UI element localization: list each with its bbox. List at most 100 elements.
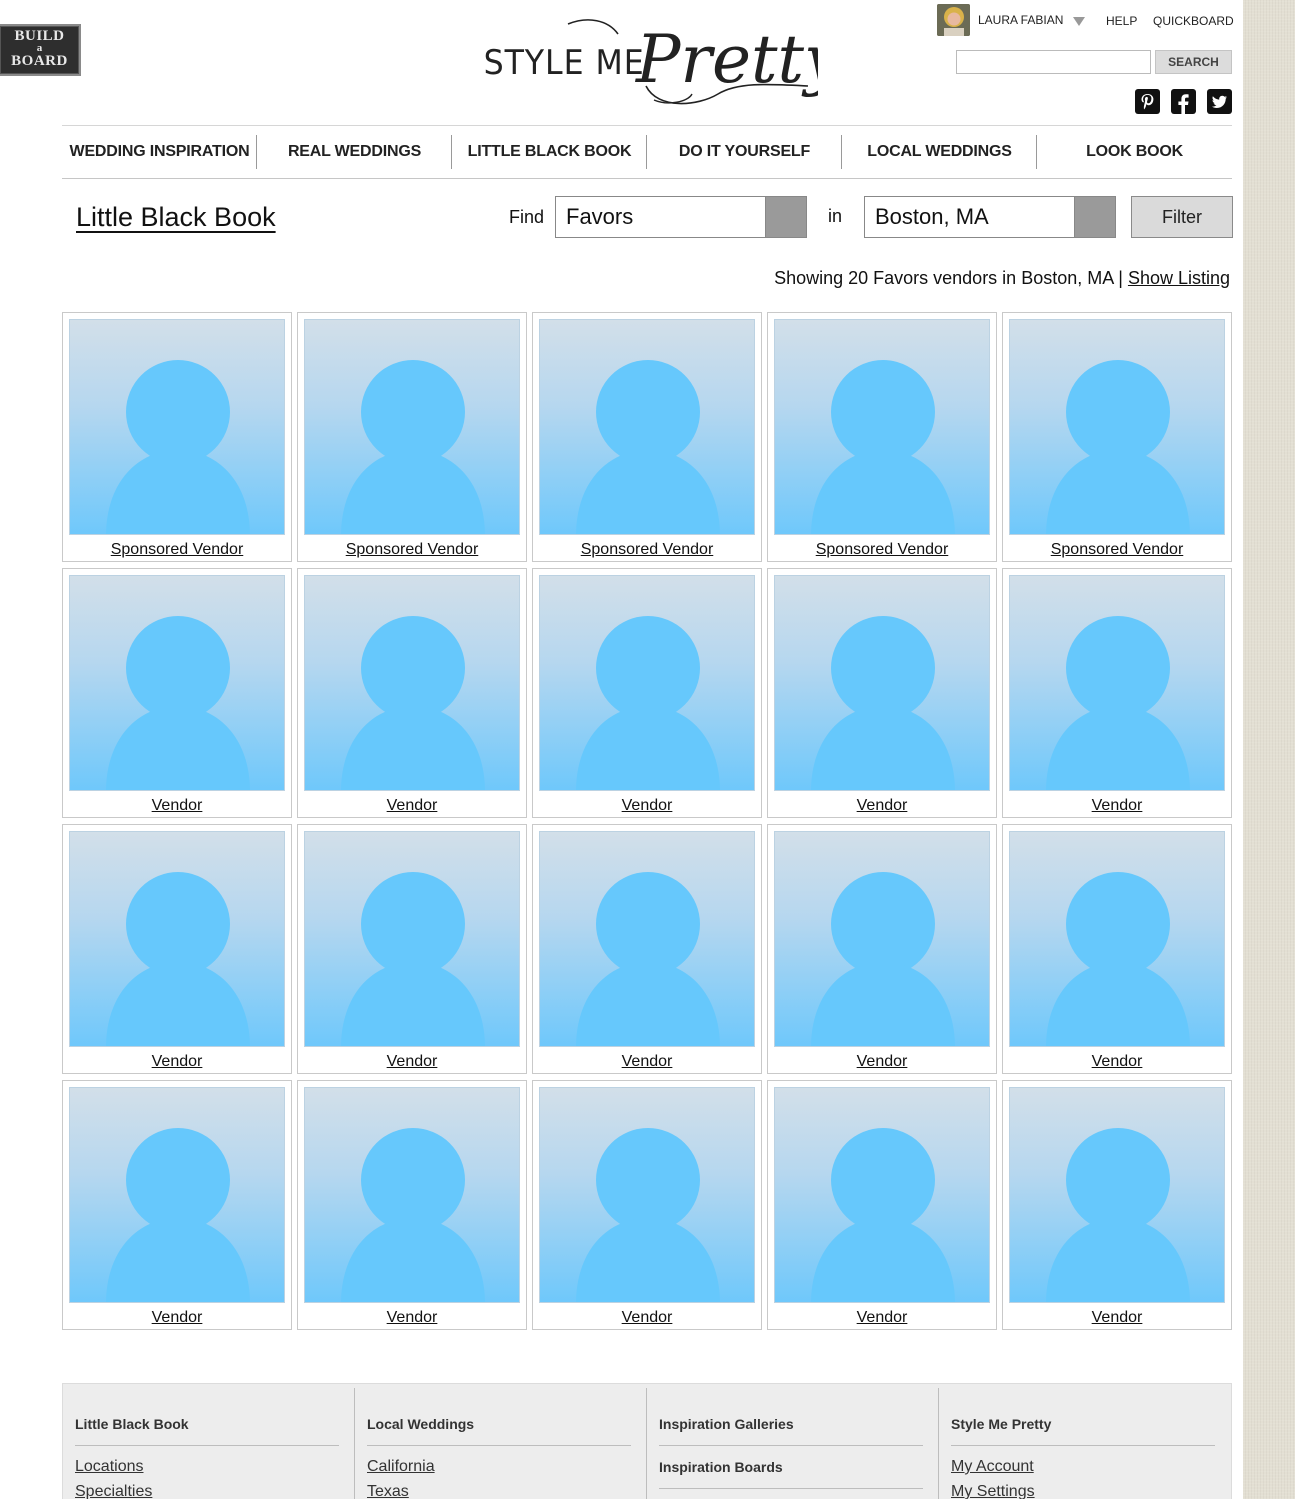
vendor-card[interactable]: Vendor (767, 568, 997, 818)
nav-local-weddings[interactable]: LOCAL WEDDINGS (842, 126, 1037, 178)
location-select[interactable]: Boston, MA (864, 196, 1116, 238)
vendor-photo-placeholder[interactable] (69, 575, 285, 791)
vendor-card[interactable]: Vendor (62, 568, 292, 818)
vendor-card[interactable]: Vendor (62, 1080, 292, 1330)
vendor-name-link[interactable]: Sponsored Vendor (298, 541, 526, 559)
person-placeholder-icon (1046, 360, 1190, 534)
vendor-name-link[interactable]: Vendor (63, 1053, 291, 1071)
vendor-card[interactable]: Sponsored Vendor (297, 312, 527, 562)
nav-little-black-book[interactable]: LITTLE BLACK BOOK (452, 126, 647, 178)
footer-link-specialties[interactable]: Specialties (75, 1483, 343, 1499)
nav-wedding-inspiration[interactable]: WEDDING INSPIRATION (62, 126, 257, 178)
person-placeholder-icon (1046, 616, 1190, 790)
vendor-card[interactable]: Vendor (297, 568, 527, 818)
vendor-photo-placeholder[interactable] (1009, 1087, 1225, 1303)
help-link[interactable]: HELP (1106, 14, 1137, 28)
person-placeholder-icon (106, 360, 250, 534)
vendor-photo-placeholder[interactable] (304, 575, 520, 791)
vendor-photo-placeholder[interactable] (774, 1087, 990, 1303)
person-placeholder-icon (1046, 1128, 1190, 1302)
footer-link-locations[interactable]: Locations (75, 1458, 343, 1476)
facebook-icon[interactable] (1171, 89, 1196, 114)
vendor-name-link[interactable]: Vendor (63, 797, 291, 815)
vendor-photo-placeholder[interactable] (774, 575, 990, 791)
vendor-name-link[interactable]: Vendor (768, 1309, 996, 1327)
vendor-card[interactable]: Vendor (767, 824, 997, 1074)
vendor-card[interactable]: Sponsored Vendor (767, 312, 997, 562)
vendor-name-link[interactable]: Vendor (1003, 797, 1231, 815)
vendor-photo-placeholder[interactable] (539, 319, 755, 535)
nav-do-it-yourself[interactable]: DO IT YOURSELF (647, 126, 842, 178)
person-placeholder-icon (341, 872, 485, 1046)
user-menu[interactable]: LAURA FABIAN (937, 4, 1086, 36)
person-placeholder-icon (576, 616, 720, 790)
vendor-card[interactable]: Vendor (1002, 568, 1232, 818)
vendor-name-link[interactable]: Vendor (298, 1053, 526, 1071)
pinterest-icon[interactable] (1135, 89, 1160, 114)
vendor-name-link[interactable]: Vendor (768, 797, 996, 815)
vendor-name-link[interactable]: Vendor (63, 1309, 291, 1327)
footer-heading-inspiration-galleries[interactable]: Inspiration Galleries (659, 1416, 923, 1446)
category-dropdown-button[interactable] (765, 197, 806, 237)
footer-link-texas[interactable]: Texas (367, 1483, 635, 1499)
vendor-card[interactable]: Vendor (297, 824, 527, 1074)
location-dropdown-button[interactable] (1074, 197, 1115, 237)
show-listing-link[interactable]: Show Listing (1128, 268, 1230, 288)
vendor-name-link[interactable]: Sponsored Vendor (768, 541, 996, 559)
quickboard-link[interactable]: QUICKBOARD (1153, 14, 1234, 28)
vendor-name-link[interactable]: Sponsored Vendor (1003, 541, 1231, 559)
vendor-photo-placeholder[interactable] (539, 1087, 755, 1303)
filter-button[interactable]: Filter (1131, 196, 1233, 238)
footer-link-my-settings[interactable]: My Settings (951, 1483, 1219, 1499)
nav-real-weddings[interactable]: REAL WEDDINGS (257, 126, 452, 178)
vendor-photo-placeholder[interactable] (774, 831, 990, 1047)
footer-heading-inspiration-boards[interactable]: Inspiration Boards (659, 1459, 923, 1489)
vendor-name-link[interactable]: Vendor (1003, 1309, 1231, 1327)
vendor-card[interactable]: Sponsored Vendor (532, 312, 762, 562)
nav-look-book[interactable]: LOOK BOOK (1037, 126, 1232, 178)
build-a-board-button[interactable]: BUILD a BOARD (0, 24, 81, 76)
person-placeholder-icon (106, 872, 250, 1046)
search-button[interactable]: SEARCH (1155, 50, 1232, 74)
category-select[interactable]: Favors (555, 196, 807, 238)
vendor-card[interactable]: Vendor (532, 824, 762, 1074)
vendor-photo-placeholder[interactable] (539, 575, 755, 791)
footer-link-california[interactable]: California (367, 1458, 635, 1476)
vendor-card[interactable]: Vendor (62, 824, 292, 1074)
vendor-name-link[interactable]: Vendor (533, 1053, 761, 1071)
vendor-name-link[interactable]: Vendor (1003, 1053, 1231, 1071)
user-name: LAURA FABIAN (978, 13, 1064, 27)
vendor-photo-placeholder[interactable] (1009, 575, 1225, 791)
vendor-photo-placeholder[interactable] (1009, 319, 1225, 535)
vendor-name-link[interactable]: Vendor (298, 797, 526, 815)
vendor-photo-placeholder[interactable] (304, 319, 520, 535)
vendor-photo-placeholder[interactable] (304, 1087, 520, 1303)
vendor-card[interactable]: Sponsored Vendor (62, 312, 292, 562)
vendor-photo-placeholder[interactable] (774, 319, 990, 535)
vendor-card[interactable]: Vendor (1002, 1080, 1232, 1330)
chevron-down-icon[interactable] (1073, 16, 1086, 26)
vendor-name-link[interactable]: Vendor (298, 1309, 526, 1327)
vendor-name-link[interactable]: Sponsored Vendor (63, 541, 291, 559)
vendor-name-link[interactable]: Vendor (533, 1309, 761, 1327)
vendor-photo-placeholder[interactable] (69, 319, 285, 535)
footer-link-my-account[interactable]: My Account (951, 1458, 1219, 1476)
style-me-pretty-logo[interactable]: STYLE ME Pretty (478, 14, 818, 112)
vendor-photo-placeholder[interactable] (69, 1087, 285, 1303)
vendor-card[interactable]: Vendor (1002, 824, 1232, 1074)
vendor-card[interactable]: Sponsored Vendor (1002, 312, 1232, 562)
twitter-icon[interactable] (1207, 89, 1232, 114)
vendor-card[interactable]: Vendor (297, 1080, 527, 1330)
vendor-name-link[interactable]: Sponsored Vendor (533, 541, 761, 559)
vendor-card[interactable]: Vendor (532, 1080, 762, 1330)
vendor-name-link[interactable]: Vendor (768, 1053, 996, 1071)
vendor-photo-placeholder[interactable] (304, 831, 520, 1047)
page-title[interactable]: Little Black Book (76, 202, 276, 233)
vendor-card[interactable]: Vendor (532, 568, 762, 818)
vendor-name-link[interactable]: Vendor (533, 797, 761, 815)
vendor-photo-placeholder[interactable] (539, 831, 755, 1047)
vendor-photo-placeholder[interactable] (69, 831, 285, 1047)
search-input[interactable] (956, 50, 1151, 74)
vendor-card[interactable]: Vendor (767, 1080, 997, 1330)
vendor-photo-placeholder[interactable] (1009, 831, 1225, 1047)
